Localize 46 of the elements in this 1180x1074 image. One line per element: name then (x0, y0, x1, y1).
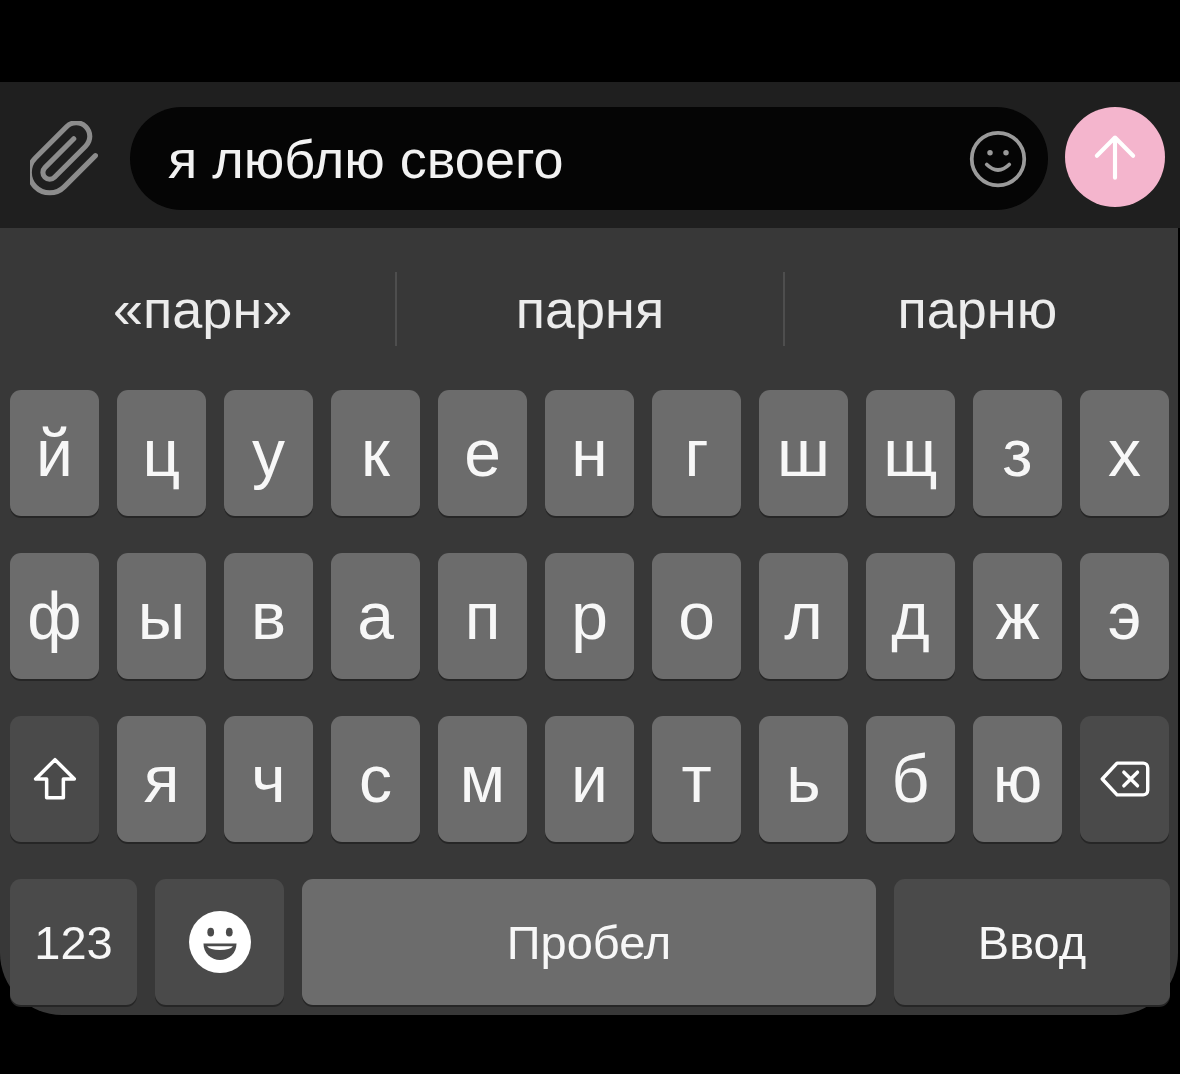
letter-key[interactable]: в (224, 553, 313, 679)
letter-key[interactable]: щ (866, 390, 955, 516)
letter-key[interactable]: т (652, 716, 741, 842)
letter-key[interactable]: е (438, 390, 527, 516)
letter-key[interactable]: и (545, 716, 634, 842)
letter-key[interactable]: ж (973, 553, 1062, 679)
letter-key[interactable]: м (438, 716, 527, 842)
letter-key[interactable]: к (331, 390, 420, 516)
letter-key[interactable]: ь (759, 716, 848, 842)
letter-key[interactable]: х (1080, 390, 1169, 516)
suggestion-item[interactable]: парню (897, 279, 1058, 339)
letter-key[interactable]: р (545, 553, 634, 679)
letter-key[interactable]: п (438, 553, 527, 679)
smiley-icon[interactable] (968, 128, 1028, 189)
letter-key[interactable]: у (224, 390, 313, 516)
letter-key[interactable]: ф (10, 553, 99, 679)
paperclip-icon[interactable] (30, 121, 98, 197)
return-key[interactable]: Ввод (894, 879, 1170, 1005)
suggestion-item[interactable]: парня (515, 279, 665, 339)
message-field[interactable]: я люблю своего (130, 107, 1048, 210)
grinning-face-icon (188, 911, 251, 973)
shift-key[interactable] (10, 716, 99, 842)
letter-key[interactable]: ц (117, 390, 206, 516)
letter-key[interactable]: э (1080, 553, 1169, 679)
emoji-key[interactable] (155, 879, 284, 1005)
letter-key[interactable]: й (10, 390, 99, 516)
numbers-key[interactable]: 123 (10, 879, 137, 1005)
letter-key[interactable]: ю (973, 716, 1062, 842)
space-bar[interactable]: Пробел (302, 879, 876, 1005)
suggestion-item[interactable]: «парн» (113, 279, 293, 339)
letter-key[interactable]: н (545, 390, 634, 516)
letter-key[interactable]: л (759, 553, 848, 679)
delete-key[interactable] (1080, 716, 1169, 842)
letter-key[interactable]: с (331, 716, 420, 842)
letter-key[interactable]: а (331, 553, 420, 679)
shift-icon (32, 757, 77, 801)
letter-key[interactable]: д (866, 553, 955, 679)
letter-key[interactable]: о (652, 553, 741, 679)
letter-key[interactable]: я (117, 716, 206, 842)
letter-key[interactable]: ы (117, 553, 206, 679)
letter-key[interactable]: з (973, 390, 1062, 516)
letter-key[interactable]: ч (224, 716, 313, 842)
letter-key[interactable]: ш (759, 390, 848, 516)
letter-key[interactable]: г (652, 390, 741, 516)
letter-key[interactable]: б (866, 716, 955, 842)
backspace-icon (1099, 760, 1150, 798)
